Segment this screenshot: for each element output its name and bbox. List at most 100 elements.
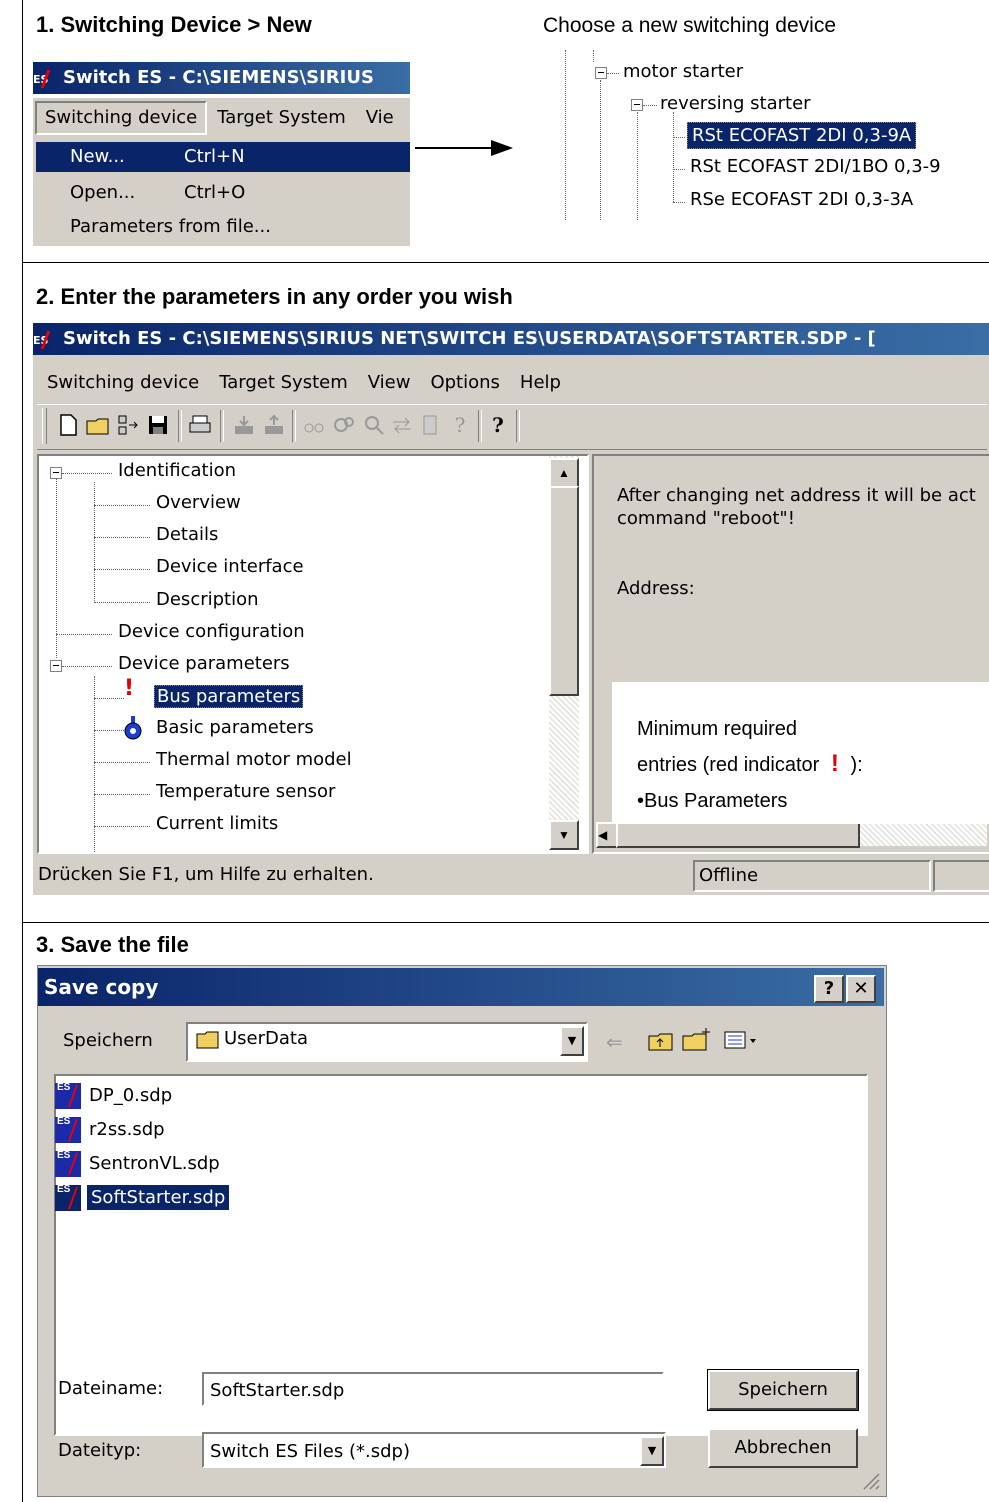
tree-guide <box>593 50 594 62</box>
tree-guide <box>565 50 566 220</box>
tree-leaf-rst-2di[interactable]: RSt ECOFAST 2DI 0,3-9A <box>687 122 917 149</box>
mini-app-menubar: Switching device Target System Vie <box>33 98 410 138</box>
dateityp-select[interactable]: Switch ES Files (*.sdp) <box>202 1432 666 1468</box>
gear-magnifier-icon <box>362 414 386 436</box>
menu-item-new[interactable]: New... Ctrl+N <box>36 142 410 172</box>
tree-device-interface[interactable]: Device interface <box>156 556 304 577</box>
collapse-device-parameters-icon[interactable] <box>50 660 62 672</box>
print-icon[interactable] <box>188 414 212 436</box>
folder-dropdown-button[interactable]: ▼ <box>560 1026 584 1056</box>
tree-guide <box>607 73 619 74</box>
menu-view[interactable]: View <box>358 366 421 400</box>
sdp-file-icon: ES <box>55 1116 81 1143</box>
tree-leaf-rse-2di[interactable]: RSe ECOFAST 2DI 0,3-3A <box>690 189 913 210</box>
tree-description[interactable]: Description <box>156 589 259 610</box>
collapse-motor-starter-icon[interactable] <box>595 67 607 79</box>
tree-reversing-starter[interactable]: reversing starter <box>660 93 811 114</box>
step3-title: 3. Save the file <box>36 932 189 957</box>
tree-guide <box>56 478 57 658</box>
hscroll-thumb[interactable] <box>616 822 860 848</box>
mini-app-title: Switch ES - C:\SIEMENS\SIRIUS <box>63 67 374 88</box>
file-item[interactable]: r2ss.sdp <box>89 1119 165 1140</box>
dialog-help-button[interactable]: ? <box>814 975 844 1003</box>
save-button[interactable]: Speichern <box>707 1369 859 1411</box>
new-folder-icon[interactable] <box>682 1026 712 1052</box>
network-icon[interactable] <box>116 414 140 436</box>
menu-options[interactable]: Options <box>420 366 509 400</box>
choose-label: Choose a new switching device <box>543 14 836 37</box>
dateiname-label: Dateiname: <box>58 1378 164 1399</box>
callout-red-indicator-icon: ! <box>830 750 839 777</box>
frame-left <box>22 0 23 1502</box>
menu-target-system[interactable]: Target System <box>209 366 358 400</box>
view-menu-icon[interactable] <box>724 1030 760 1052</box>
tree-details[interactable]: Details <box>156 524 218 545</box>
glasses-icon <box>302 414 326 436</box>
tree-temperature-sensor[interactable]: Temperature sensor <box>156 781 335 802</box>
tree-guide <box>94 569 150 570</box>
toolbar-separator <box>178 410 182 442</box>
cancel-button[interactable]: Abbrechen <box>708 1428 858 1468</box>
context-help-icon: ? <box>454 413 466 437</box>
menu-item-open[interactable]: Open... Ctrl+O <box>36 178 410 208</box>
tree-current-limits[interactable]: Current limits <box>156 813 278 834</box>
speichern-in-label: Speichern <box>63 1030 153 1051</box>
tree-guide <box>673 202 685 203</box>
up-folder-icon[interactable] <box>648 1030 674 1052</box>
document-gray-icon <box>418 414 442 436</box>
tree-motor-starter[interactable]: motor starter <box>623 61 743 82</box>
menu-help[interactable]: Help <box>510 366 571 400</box>
save-icon[interactable] <box>146 414 170 436</box>
tree-guide <box>94 730 124 731</box>
menu-switching-device[interactable]: Switching device <box>35 101 208 135</box>
folder-icon <box>196 1030 220 1050</box>
sdp-file-icon: ES <box>55 1150 81 1177</box>
dateityp-value: Switch ES Files (*.sdp) <box>210 1441 410 1462</box>
file-item[interactable]: DP_0.sdp <box>89 1085 172 1106</box>
help-icon[interactable]: ? <box>486 414 510 436</box>
dialog-close-button[interactable]: ✕ <box>846 975 876 1003</box>
callout-line2: entries (red indicator ! ): <box>637 750 863 778</box>
tree-bus-parameters[interactable]: Bus parameters <box>154 685 304 708</box>
tree-guide <box>673 169 685 170</box>
scroll-left-button[interactable]: ◀ <box>596 822 618 848</box>
tree-device-configuration[interactable]: Device configuration <box>118 621 305 642</box>
menu-target-system[interactable]: Target System <box>207 98 356 138</box>
tree-leaf-rst-2di1bo[interactable]: RSt ECOFAST 2DI/1BO 0,3-9 <box>690 156 989 177</box>
compare-icon <box>390 414 414 436</box>
menu-view[interactable]: Vie <box>356 98 404 138</box>
step2-title: 2. Enter the parameters in any order you… <box>36 284 513 309</box>
scroll-down-button[interactable]: ▼ <box>549 820 579 850</box>
toolbar-separator <box>516 410 520 442</box>
sdp-file-icon: ES <box>55 1184 81 1211</box>
status-panel-extra <box>933 860 989 892</box>
dateiname-input[interactable]: SoftStarter.sdp <box>202 1372 664 1406</box>
status-mode: Offline <box>693 860 931 892</box>
tree-guide <box>643 105 657 106</box>
file-item-selected[interactable]: SoftStarter.sdp <box>87 1185 230 1210</box>
dateiname-value: SoftStarter.sdp <box>210 1380 345 1401</box>
menu-item-parameters-from-file[interactable]: Parameters from file... <box>36 212 410 242</box>
app-logo-icon: ES <box>33 327 57 351</box>
open-folder-icon[interactable] <box>86 414 110 436</box>
file-item[interactable]: SentronVL.sdp <box>89 1153 220 1174</box>
back-arrow-icon[interactable]: ⇐ <box>606 1030 623 1055</box>
tree-device-parameters[interactable]: Device parameters <box>118 653 290 674</box>
tree-guide <box>94 794 150 795</box>
tree-guide <box>94 537 150 538</box>
new-file-icon[interactable] <box>56 414 80 436</box>
tree-guide <box>94 698 124 699</box>
scroll-up-button[interactable]: ▲ <box>549 458 579 488</box>
menu-switching-device[interactable]: Switching device <box>37 366 209 400</box>
tree-basic-parameters[interactable]: Basic parameters <box>156 717 314 738</box>
tree-overview[interactable]: Overview <box>156 492 241 513</box>
scroll-thumb[interactable] <box>549 486 579 696</box>
dateityp-dropdown-button[interactable]: ▼ <box>640 1436 664 1466</box>
callout-line2-end: ): <box>850 754 863 776</box>
resize-grip-icon[interactable] <box>860 1470 880 1490</box>
tree-identification[interactable]: Identification <box>118 460 236 481</box>
blue-indicator-icon <box>122 716 144 742</box>
tree-thermal-motor-model[interactable]: Thermal motor model <box>156 749 352 770</box>
save-dialog-title: Save copy <box>44 975 159 999</box>
collapse-reversing-starter-icon[interactable] <box>631 99 643 111</box>
